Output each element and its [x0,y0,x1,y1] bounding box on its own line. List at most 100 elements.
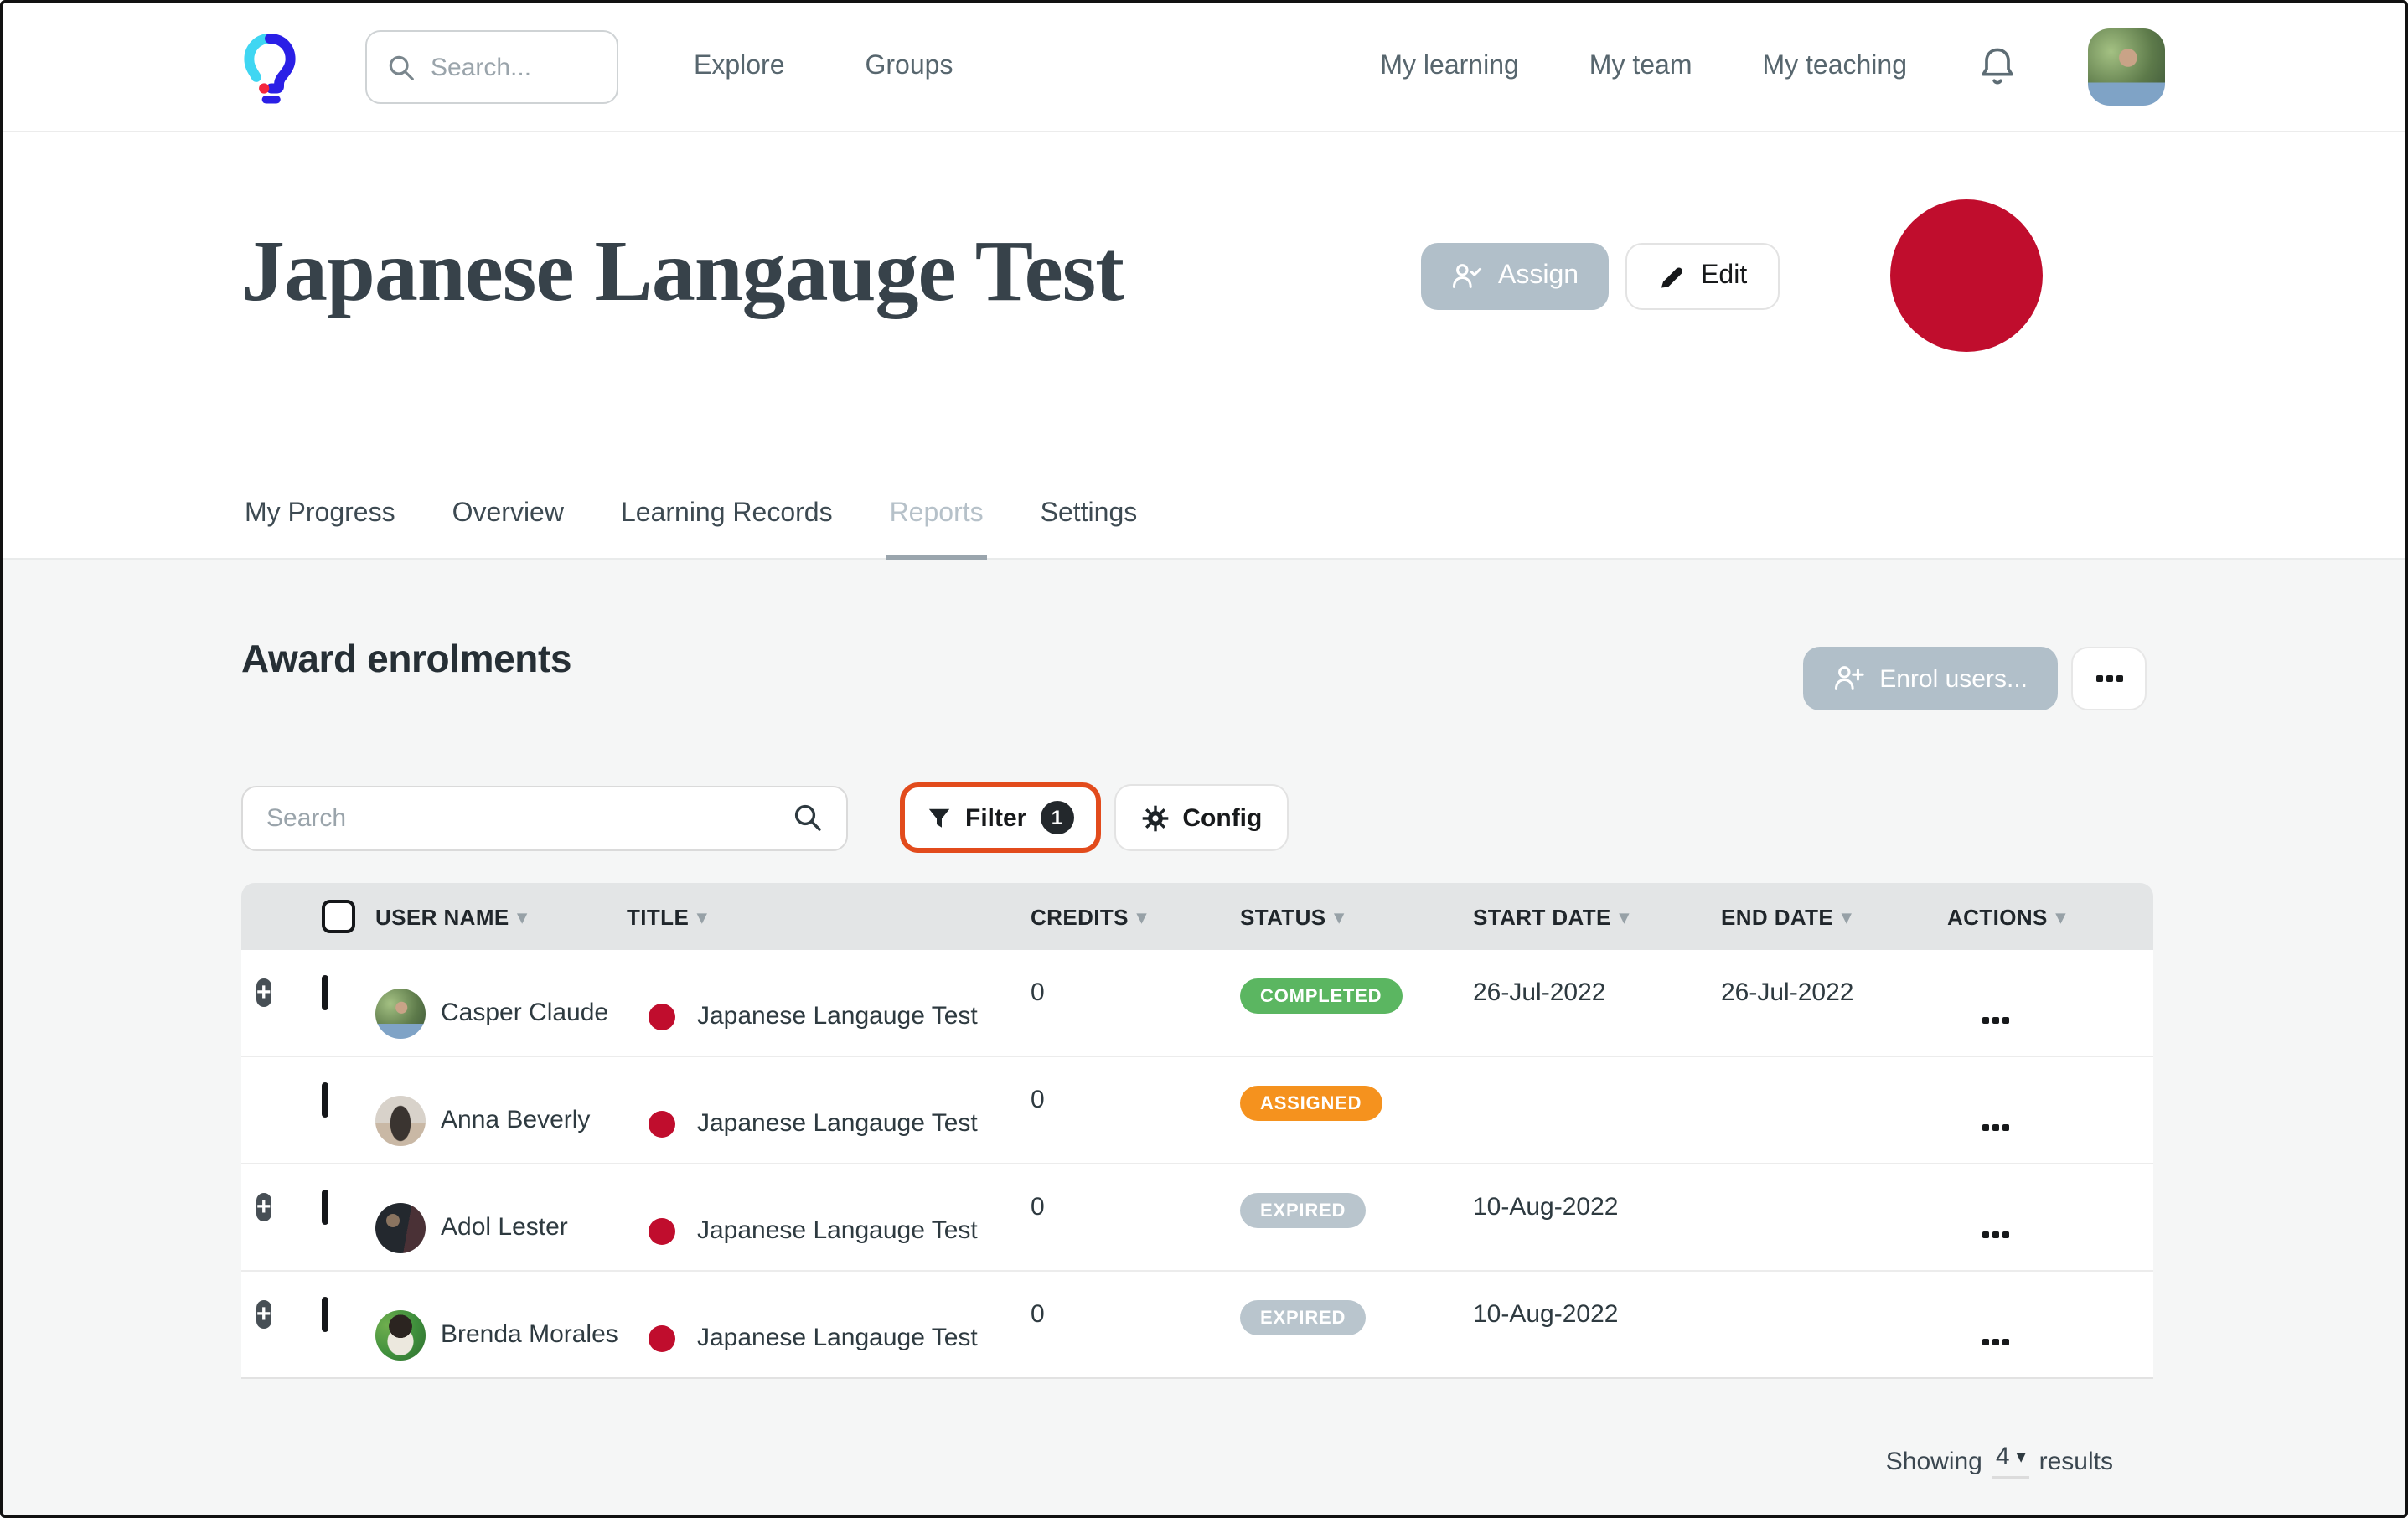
credits-value: 0 [1031,950,1240,1056]
assign-button-label: Assign [1498,261,1579,292]
sort-caret-icon[interactable]: ▾ [1620,906,1629,927]
table-search-input[interactable] [266,803,793,832]
edit-button-label: Edit [1701,261,1747,292]
reports-panel: Award enrolments Enrol users... [3,560,2405,1518]
global-search[interactable] [365,30,618,104]
credits-value: 0 [1031,1057,1240,1163]
col-user-name[interactable]: USER NAME▾ [375,883,627,950]
col-end-date[interactable]: END DATE▾ [1721,883,1947,950]
notifications-bell-icon[interactable] [1977,45,2018,89]
edit-button[interactable]: Edit [1625,243,1779,310]
sort-caret-icon[interactable]: ▾ [697,906,706,927]
filter-button-label: Filter [965,803,1026,832]
credits-value: 0 [1031,1164,1240,1270]
status-badge: EXPIRED [1240,1300,1366,1335]
sort-caret-icon[interactable]: ▾ [2056,906,2065,927]
award-thumbnail [649,1110,675,1137]
page-title: Japanese Langauge Test [241,223,1124,322]
row-actions-button[interactable] [1947,950,2153,1056]
tab-bar: My Progress Overview Learning Records Re… [3,478,2405,560]
start-date [1473,1057,1721,1163]
table-header-row: USER NAME▾ TITLE▾ CREDITS▾ STATUS▾ START… [241,883,2153,950]
user-name: Adol Lester [441,1213,568,1242]
ellipsis-icon [1982,1339,1989,1345]
app-window: Explore Groups My learning My team My te… [0,0,2408,1518]
chevron-down-icon: ▾ [2017,1446,2026,1468]
enrol-users-label: Enrol users... [1879,664,2028,693]
end-date [1721,1164,1947,1270]
row-checkbox[interactable] [322,975,328,1010]
person-plus-icon [1832,663,1864,694]
select-all-checkbox[interactable] [322,900,355,933]
heading-actions: Enrol users... [1802,647,2147,710]
nav-explore[interactable]: Explore [694,52,785,82]
sort-caret-icon[interactable]: ▾ [1137,906,1146,927]
row-actions-button[interactable] [1947,1057,2153,1163]
more-actions-button[interactable] [2071,647,2147,710]
filter-button[interactable]: Filter 1 [900,782,1100,853]
user-name: Brenda Morales [441,1320,618,1349]
user-avatar [375,988,426,1038]
ellipsis-icon [2095,675,2102,682]
nav-my-learning[interactable]: My learning [1380,52,1518,82]
results-summary: Showing 4 ▾ results [1886,1443,2113,1479]
nav-my-team[interactable]: My team [1589,52,1692,82]
tab-my-progress[interactable]: My Progress [241,478,399,558]
user-name: Casper Claude [441,999,608,1027]
ellipsis-icon [1982,1124,1989,1131]
tab-settings[interactable]: Settings [1037,478,1141,558]
app-logo-lightbulb-icon[interactable] [241,27,298,107]
sort-caret-icon[interactable]: ▾ [518,906,527,927]
expand-row-button[interactable]: + [256,1300,271,1329]
expand-row-button[interactable]: + [256,1193,271,1221]
expand-row-button[interactable]: + [256,978,271,1007]
col-start-date[interactable]: START DATE▾ [1473,883,1721,950]
credits-value: 0 [1031,1272,1240,1377]
end-date [1721,1057,1947,1163]
col-actions[interactable]: ACTIONS▾ [1947,883,2153,950]
end-date: 26-Jul-2022 [1721,950,1947,1056]
table-search[interactable] [241,785,848,850]
results-label: results [2039,1447,2113,1475]
results-count-dropdown[interactable]: 4 ▾ [1992,1443,2029,1479]
search-icon [793,803,823,833]
tab-overview[interactable]: Overview [449,478,567,558]
user-nav: My learning My team My teaching [1380,28,2165,106]
table-controls: Filter 1 [241,782,1289,853]
gear-icon [1140,803,1169,832]
user-avatar[interactable] [2088,28,2165,106]
col-title[interactable]: TITLE▾ [627,883,1031,950]
row-checkbox[interactable] [322,1082,328,1118]
global-search-input[interactable] [431,53,597,81]
table-row: Anna Beverly Japanese Langauge Test 0 AS… [241,1057,2153,1164]
tab-reports[interactable]: Reports [886,478,987,558]
start-date: 26-Jul-2022 [1473,950,1721,1056]
showing-label: Showing [1886,1447,1982,1475]
col-status[interactable]: STATUS▾ [1240,883,1473,950]
config-button[interactable]: Config [1114,784,1289,851]
tab-learning-records[interactable]: Learning Records [618,478,836,558]
person-check-icon [1451,261,1483,292]
top-nav: Explore Groups My learning My team My te… [3,3,2405,132]
funnel-icon [927,805,952,830]
row-actions-button[interactable] [1947,1272,2153,1377]
end-date [1721,1272,1947,1377]
start-date: 10-Aug-2022 [1473,1164,1721,1270]
user-avatar [375,1202,426,1252]
assign-button[interactable]: Assign [1421,243,1609,310]
sort-caret-icon[interactable]: ▾ [1335,906,1344,927]
row-actions-button[interactable] [1947,1164,2153,1270]
award-thumbnail [649,1324,675,1351]
section-heading: Award enrolments [241,637,571,682]
user-name: Anna Beverly [441,1106,590,1134]
col-credits[interactable]: CREDITS▾ [1031,883,1240,950]
enrolments-table: USER NAME▾ TITLE▾ CREDITS▾ STATUS▾ START… [241,883,2153,1379]
nav-my-teaching[interactable]: My teaching [1762,52,1907,82]
nav-groups[interactable]: Groups [866,52,953,82]
award-title: Japanese Langauge Test [697,1324,978,1352]
row-checkbox[interactable] [322,1297,328,1332]
row-checkbox[interactable] [322,1190,328,1225]
sort-caret-icon[interactable]: ▾ [1842,906,1851,927]
table-row: + Casper Claude Japanese Langauge Test 0… [241,950,2153,1057]
enrol-users-button[interactable]: Enrol users... [1802,647,2058,710]
